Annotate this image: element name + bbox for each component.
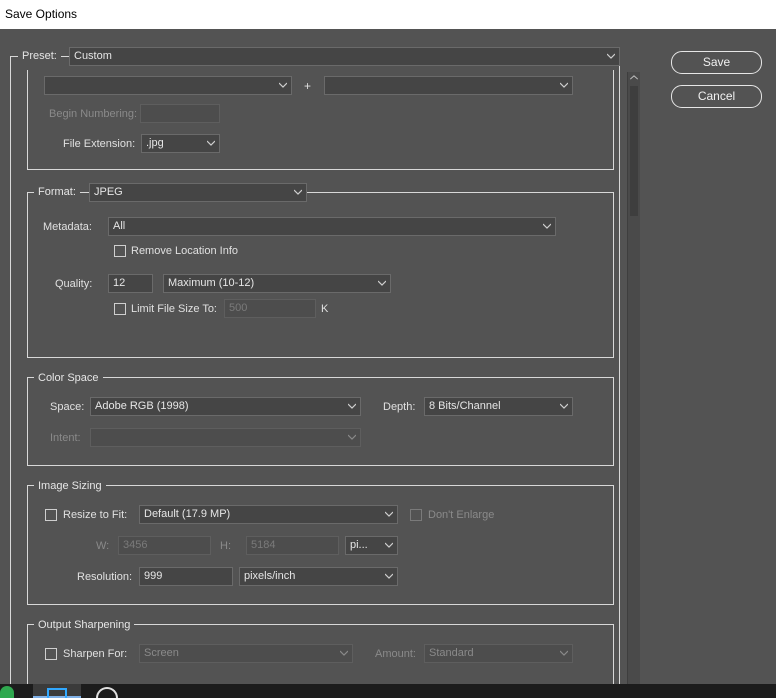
taskbar-app-icon[interactable] — [0, 686, 14, 698]
width-label: W: — [96, 540, 110, 552]
chevron-down-icon — [385, 573, 393, 579]
scrollbar[interactable] — [627, 72, 640, 684]
chevron-down-icon — [385, 511, 393, 517]
width-input[interactable]: 3456 — [118, 536, 211, 555]
dont-enlarge-checkbox[interactable] — [410, 509, 422, 521]
sharpen-select[interactable]: Screen — [139, 644, 353, 663]
preset-select[interactable]: Custom — [69, 47, 620, 66]
chevron-down-icon — [385, 542, 393, 548]
begin-numbering-label: Begin Numbering: — [49, 108, 138, 120]
quality-select[interactable]: Maximum (10-12) — [163, 274, 391, 293]
format-select[interactable]: JPEG — [89, 183, 307, 202]
chevron-down-icon — [348, 403, 356, 409]
chevron-down-icon — [560, 403, 568, 409]
height-label: H: — [220, 540, 231, 552]
resolution-input[interactable]: 999 — [139, 567, 233, 586]
quality-label: Quality: — [55, 278, 93, 290]
color-space-frame — [27, 377, 614, 466]
quality-input[interactable]: 12 — [108, 274, 153, 293]
resize-checkbox[interactable] — [45, 509, 57, 521]
space-select[interactable]: Adobe RGB (1998) — [90, 397, 361, 416]
save-button[interactable]: Save — [671, 51, 762, 74]
dont-enlarge-label: Don't Enlarge — [428, 509, 495, 521]
window-title: Save Options — [5, 7, 78, 21]
naming-select-2[interactable] — [324, 76, 573, 95]
file-extension-label: File Extension: — [63, 138, 136, 150]
scroll-up-icon[interactable] — [630, 75, 638, 80]
plus-sign: + — [304, 79, 312, 93]
intent-select[interactable] — [90, 428, 361, 447]
cancel-button[interactable]: Cancel — [671, 85, 762, 108]
limit-size-label: Limit File Size To: — [131, 303, 217, 315]
metadata-label: Metadata: — [43, 221, 92, 233]
remove-location-label: Remove Location Info — [131, 245, 239, 257]
sharpen-checkbox[interactable] — [45, 648, 57, 660]
photoshop-icon — [47, 688, 67, 698]
resize-label: Resize to Fit: — [63, 509, 128, 521]
resize-select[interactable]: Default (17.9 MP) — [139, 505, 398, 524]
output-sharpening-title: Output Sharpening — [34, 619, 135, 631]
format-label: Format: — [34, 186, 80, 198]
chevron-down-icon — [340, 650, 348, 656]
chevron-down-icon — [279, 82, 287, 88]
chevron-down-icon — [543, 223, 551, 229]
resolution-unit-select[interactable]: pixels/inch — [239, 567, 398, 586]
chevron-down-icon — [207, 140, 215, 146]
taskbar — [0, 684, 776, 698]
intent-label: Intent: — [50, 432, 81, 444]
chevron-down-icon — [560, 650, 568, 656]
chevron-down-icon — [378, 280, 386, 286]
chevron-down-icon — [348, 434, 356, 440]
limit-size-input[interactable]: 500 — [224, 299, 316, 318]
begin-numbering-input[interactable] — [140, 104, 220, 123]
sharpen-label: Sharpen For: — [63, 648, 128, 660]
chevron-down-icon — [294, 189, 302, 195]
title-bar: Save Options — [0, 0, 776, 29]
color-space-title: Color Space — [34, 372, 103, 384]
metadata-select[interactable]: All — [108, 217, 556, 236]
remove-location-checkbox[interactable] — [114, 245, 126, 257]
chevron-down-icon — [560, 82, 568, 88]
resolution-label: Resolution: — [77, 571, 133, 583]
chevron-down-icon — [607, 53, 615, 59]
depth-label: Depth: — [383, 401, 416, 413]
naming-select-1[interactable] — [44, 76, 292, 95]
space-label: Space: — [50, 401, 85, 413]
taskbar-active-app[interactable] — [33, 684, 81, 698]
file-extension-select[interactable]: .jpg — [141, 134, 220, 153]
size-unit-select[interactable]: pi... — [345, 536, 398, 555]
limit-size-unit: K — [321, 303, 329, 315]
preset-label: Preset: — [18, 50, 61, 62]
image-sizing-title: Image Sizing — [34, 480, 106, 492]
limit-size-checkbox[interactable] — [114, 303, 126, 315]
taskbar-app-icon[interactable] — [96, 687, 118, 698]
amount-label: Amount: — [375, 648, 416, 660]
height-input[interactable]: 5184 — [246, 536, 339, 555]
depth-select[interactable]: 8 Bits/Channel — [424, 397, 573, 416]
amount-select[interactable]: Standard — [424, 644, 573, 663]
scroll-thumb[interactable] — [630, 86, 638, 216]
